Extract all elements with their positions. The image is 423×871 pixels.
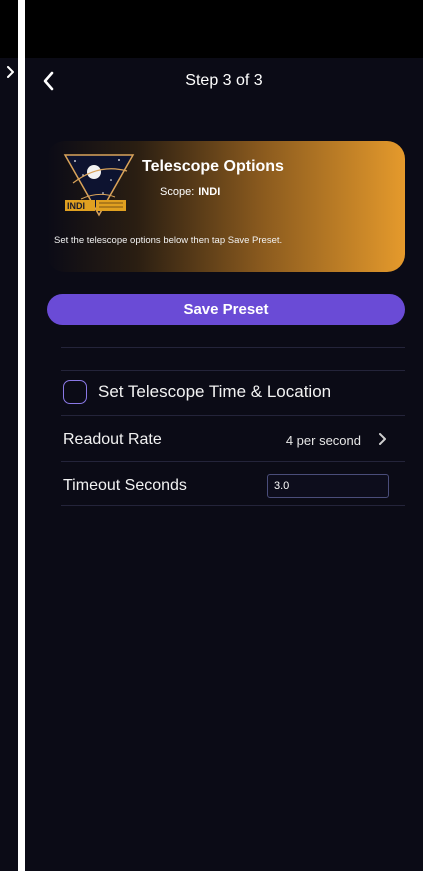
time-location-label: Set Telescope Time & Location [98,382,332,401]
chevron-right-icon [379,433,386,445]
time-location-checkbox[interactable] [63,380,87,404]
status-bar [25,0,423,58]
previous-chevron-icon [7,66,14,78]
logo-text: INDI [67,201,85,211]
previous-status-bar [0,0,18,58]
save-preset-button[interactable]: Save Preset [47,294,405,325]
divider [61,370,405,371]
readout-rate-row[interactable]: Readout Rate 4 per second [61,417,405,461]
divider [61,461,405,462]
scope-label: Scope: [160,186,195,198]
previous-screen-edge [0,0,18,871]
navigation-bar: Step 3 of 3 [25,58,423,104]
scope-value: INDI [198,186,221,198]
indi-logo-icon: INDI [63,154,135,217]
timeout-seconds-row: Timeout Seconds [61,463,405,507]
telescope-options-card: INDI Telescope Options Scope: INDI Set th… [47,141,405,272]
timeout-seconds-label: Timeout Seconds [63,477,187,494]
divider [61,505,405,506]
readout-rate-value: 4 per second [285,433,361,448]
telescope-options-screen: Step 3 of 3 INDI Telescope Options Scope… [25,0,423,871]
scope-row: Scope: INDI [160,186,220,198]
card-title: Telescope Options [142,158,284,175]
card-description: Set the telescope options below then tap… [54,235,283,246]
readout-rate-label: Readout Rate [63,431,162,448]
divider [61,415,405,416]
set-time-location-row[interactable]: Set Telescope Time & Location [61,372,405,416]
divider [61,347,405,348]
page-title: Step 3 of 3 [185,72,263,89]
timeout-seconds-input[interactable] [267,474,389,498]
screen-divider [18,0,25,871]
